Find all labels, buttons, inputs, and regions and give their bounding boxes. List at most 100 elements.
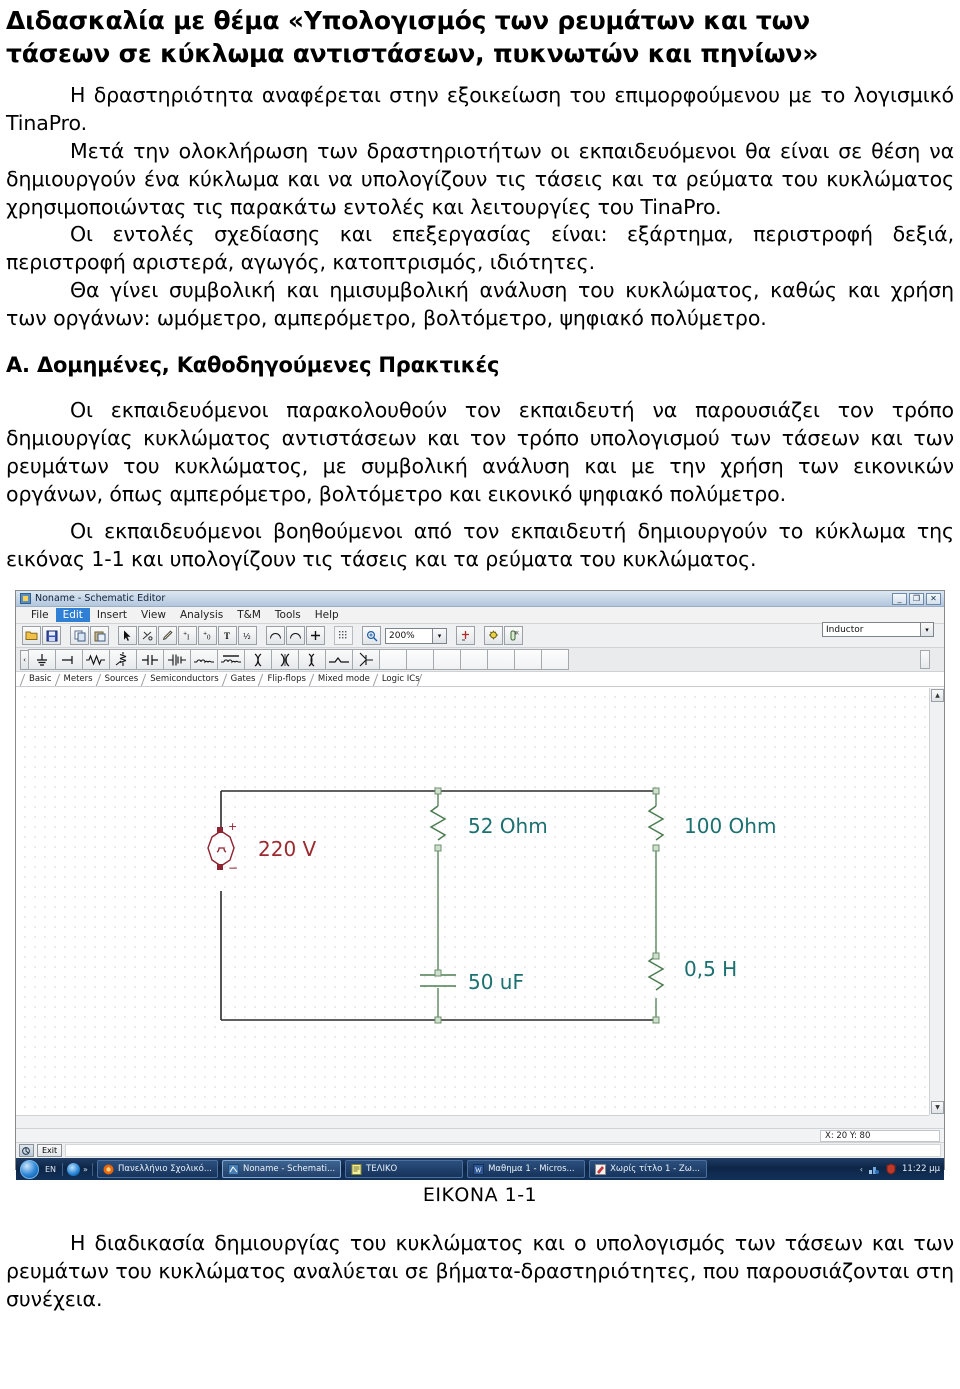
- taskbar-window-teliko[interactable]: ΤΕΛΙΚΟ: [345, 1160, 464, 1179]
- menu-item-view[interactable]: View: [134, 608, 173, 622]
- transistor-symbol-icon[interactable]: [352, 649, 380, 671]
- page-title-line1: Διδασκαλία με θέμα «Υπολογισμός των ρευμ…: [6, 6, 810, 35]
- menu-item-tools[interactable]: Tools: [268, 608, 308, 622]
- tab-logic-ics[interactable]: Logic ICs: [375, 673, 425, 686]
- pencil-icon[interactable]: [158, 626, 177, 646]
- taskbar-window-panellinio[interactable]: Πανελλήνιο Σχολικό...: [96, 1160, 218, 1179]
- copy-icon[interactable]: [70, 626, 89, 646]
- taskbar-clock[interactable]: 11:22 μμ: [902, 1164, 940, 1174]
- menu-item-tm[interactable]: T&M: [230, 608, 268, 622]
- menu-item-help[interactable]: Help: [308, 608, 346, 622]
- section-heading-a: Α. Δομημένες, Καθοδηγούμενες Πρακτικές: [6, 352, 500, 377]
- select-arrow-icon[interactable]: [118, 626, 137, 646]
- add-component-icon[interactable]: [456, 626, 475, 646]
- open-folder-icon[interactable]: [22, 626, 41, 646]
- save-icon[interactable]: [42, 626, 61, 646]
- schematic-canvas[interactable]: + − 220 V 52 Ohm 100 Ohm 50 uF 0,5 H ▲ ▼: [16, 687, 944, 1129]
- restore-button[interactable]: ❐: [909, 593, 924, 606]
- exit-bar: Exit: [16, 1142, 944, 1159]
- transformer-1-symbol-icon[interactable]: [244, 649, 272, 671]
- diode-symbol-icon[interactable]: [325, 649, 353, 671]
- scroll-up-button[interactable]: ▲: [931, 689, 944, 703]
- exit-button[interactable]: Exit: [37, 1144, 63, 1158]
- grid-icon[interactable]: [334, 626, 353, 646]
- transformer-3-symbol-icon[interactable]: [298, 649, 326, 671]
- empty-slot-3[interactable]: [433, 649, 461, 671]
- zoom-level-combo[interactable]: 200% ▾: [385, 627, 447, 644]
- tab-basic[interactable]: Basic: [22, 673, 57, 686]
- internet-explorer-icon[interactable]: [67, 1162, 81, 1176]
- tab-flip-flops[interactable]: Flip-flops: [260, 673, 310, 686]
- paint-icon: [595, 1163, 607, 1175]
- empty-slot-7[interactable]: [541, 649, 569, 671]
- show-more-chevron[interactable]: »: [83, 1165, 88, 1174]
- empty-slot-4[interactable]: [460, 649, 488, 671]
- arc-up-icon[interactable]: [266, 626, 285, 646]
- taskbar-window-label: Χωρίς τίτλο 1 - Ζω...: [610, 1164, 700, 1175]
- taskbar-window-xoris-titlo[interactable]: Χωρίς τίτλο 1 - Ζω...: [589, 1160, 708, 1179]
- label-zero-icon[interactable]: +0: [198, 626, 217, 646]
- tab-meters[interactable]: Meters: [57, 673, 98, 686]
- tab-gates[interactable]: Gates: [224, 673, 261, 686]
- polarized-capacitor-symbol-icon[interactable]: [163, 649, 191, 671]
- zoom-icon[interactable]: [362, 626, 381, 646]
- node-c1-top: [434, 969, 442, 977]
- menu-item-file[interactable]: File: [24, 608, 56, 622]
- label-node-icon[interactable]: + I: [178, 626, 197, 646]
- transformer-2-symbol-icon[interactable]: [271, 649, 299, 671]
- node-l1-bottom: [652, 1016, 660, 1024]
- inductor-symbol-icon[interactable]: [190, 649, 218, 671]
- ground-symbol-icon[interactable]: [28, 649, 56, 671]
- terminal-symbol-icon[interactable]: [55, 649, 83, 671]
- taskbar-window-noname-schematic[interactable]: Noname - Schemati...: [221, 1160, 342, 1179]
- menu-item-insert[interactable]: Insert: [90, 608, 134, 622]
- minimize-button[interactable]: _: [892, 593, 907, 606]
- half-scale-icon[interactable]: ½: [238, 626, 257, 646]
- menu-item-edit[interactable]: Edit: [55, 608, 90, 623]
- coupled-inductor-symbol-icon[interactable]: [217, 649, 245, 671]
- window-controls: _ ❐ ✕: [892, 593, 941, 606]
- resistor-symbol-icon[interactable]: [82, 649, 110, 671]
- paragraph-build-circuit: Οι εκπαιδευόμενοι βοηθούμενοι από τον εκ…: [6, 519, 954, 572]
- text-tool-icon[interactable]: T: [218, 626, 237, 646]
- ic-probe-icon[interactable]: IK: [504, 626, 523, 646]
- tab-semiconductors[interactable]: Semiconductors: [143, 673, 223, 686]
- app-exit-icon[interactable]: [19, 1144, 34, 1158]
- scroll-down-button[interactable]: ▼: [931, 1101, 944, 1115]
- tab-mixed-mode[interactable]: Mixed mode: [311, 673, 375, 686]
- tray-expand-button[interactable]: ‹: [860, 1165, 863, 1174]
- chevron-down-icon[interactable]: ▾: [920, 623, 933, 637]
- potentiometer-symbol-icon[interactable]: [109, 649, 137, 671]
- document-footer-text: Η διαδικασία δημιουργίας του κυκλώματος …: [0, 1226, 960, 1314]
- component-category-tabs: Basic Meters Sources Semiconductors Gate…: [16, 672, 944, 688]
- empty-slot-5[interactable]: [487, 649, 515, 671]
- node-r1-bottom: [434, 844, 442, 852]
- taskbar-window-mathima1[interactable]: W Μαθημα 1 - Micros...: [467, 1160, 586, 1179]
- chevron-down-icon[interactable]: ▾: [432, 628, 446, 643]
- empty-slot-2[interactable]: [406, 649, 434, 671]
- capacitor-symbol-icon[interactable]: [136, 649, 164, 671]
- horizontal-scrollbar[interactable]: [16, 1115, 929, 1129]
- resistor-r1-label: 52 Ohm: [468, 814, 548, 838]
- component-bar-resize-handle[interactable]: [920, 650, 930, 670]
- tab-sources[interactable]: Sources: [98, 673, 144, 686]
- node-c1-bottom: [434, 1016, 442, 1024]
- selected-component-combo[interactable]: Inductor ▾: [822, 622, 934, 638]
- circuit-schematic[interactable]: + − 220 V 52 Ohm 100 Ohm 50 uF 0,5 H: [16, 688, 929, 1116]
- arc-down-icon[interactable]: [286, 626, 305, 646]
- vertical-scrollbar[interactable]: ▲ ▼: [929, 688, 944, 1116]
- delete-icon[interactable]: [138, 626, 157, 646]
- language-indicator[interactable]: EN: [43, 1165, 58, 1174]
- empty-slot-1[interactable]: [379, 649, 407, 671]
- paste-icon[interactable]: [90, 626, 109, 646]
- paragraph-analysis: Θα γίνει συμβολική και ημισυμβολική ανάλ…: [6, 278, 954, 330]
- menu-item-analysis[interactable]: Analysis: [173, 608, 230, 622]
- source-minus-sign: −: [228, 861, 238, 875]
- start-button[interactable]: [20, 1159, 39, 1179]
- analysis-run-icon[interactable]: [484, 626, 503, 646]
- cross-wire-icon[interactable]: [306, 626, 325, 646]
- empty-slot-6[interactable]: [514, 649, 542, 671]
- close-button[interactable]: ✕: [926, 593, 941, 606]
- figure-caption: ΕΙΚΟΝΑ 1-1: [422, 1184, 538, 1207]
